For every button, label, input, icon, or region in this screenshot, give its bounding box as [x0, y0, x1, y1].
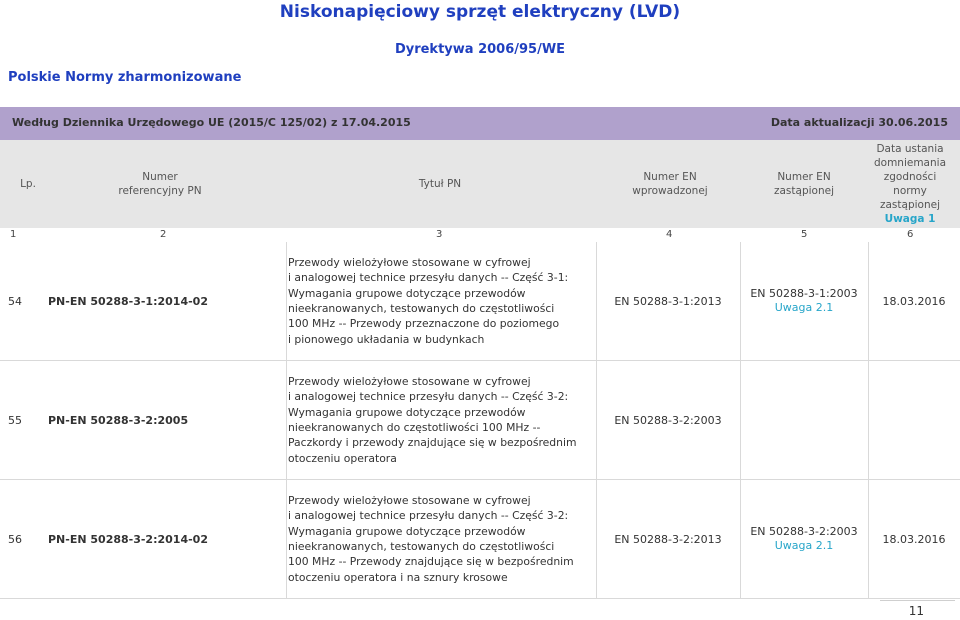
- row-en-new: EN 50288-3-1:2013: [614, 294, 722, 308]
- note-reference: Uwaga 1: [884, 213, 936, 225]
- table-row: 56 PN-EN 50288-3-2:2014-02 Przewody wiel…: [0, 480, 960, 599]
- info-bar: Według Dziennika Urzędowego UE (2015/C 1…: [0, 107, 960, 140]
- section-subtitle: Polskie Normy zharmonizowane: [8, 70, 242, 85]
- row-ref-number: PN-EN 50288-3-1:2014-02: [48, 294, 208, 308]
- row-en-old: EN 50288-3-1:2003 Uwaga 2.1: [750, 287, 858, 314]
- column-number: 3: [436, 229, 443, 240]
- column-number: 5: [801, 229, 808, 240]
- row-ref-number: PN-EN 50288-3-2:2014-02: [48, 532, 208, 546]
- row-title: Przewody wielożyłowe stosowane w cyfrowe…: [288, 493, 574, 584]
- journal-reference: Według Dziennika Urzędowego UE (2015/C 1…: [12, 116, 411, 129]
- page-number: 11: [908, 604, 924, 618]
- column-number: 6: [907, 229, 914, 240]
- header-en-new: Numer EN wprowadzonej: [632, 171, 708, 197]
- header-title: Tytuł PN: [418, 178, 462, 190]
- header-ref: Numer referencyjny PN: [118, 171, 202, 197]
- update-date: Data aktualizacji 30.06.2015: [770, 116, 948, 129]
- row-lp: 55: [8, 413, 22, 427]
- row-lp: 56: [8, 532, 22, 546]
- table-row: 54 PN-EN 50288-3-1:2014-02 Przewody wiel…: [0, 242, 960, 361]
- column-number: 4: [666, 229, 673, 240]
- document-title: Niskonapięciowy sprzęt elektryczny (LVD): [279, 2, 681, 22]
- row-en-new: EN 50288-3-2:2013: [614, 532, 722, 546]
- row-en-old: EN 50288-3-2:2003 Uwaga 2.1: [750, 525, 858, 552]
- row-en-old: [740, 361, 868, 479]
- table-row: 55 PN-EN 50288-3-2:2005 Przewody wieloży…: [0, 361, 960, 480]
- row-date: 18.03.2016: [882, 532, 946, 546]
- note-reference: Uwaga 2.1: [774, 539, 834, 552]
- row-title: Przewody wielożyłowe stosowane w cyfrowe…: [288, 374, 577, 465]
- column-number: 2: [160, 229, 167, 240]
- page-divider: [880, 600, 955, 601]
- table-header: Lp. Numer referencyjny PN Tytuł PN Numer …: [0, 140, 960, 228]
- row-date: 18.03.2016: [882, 294, 946, 308]
- header-lp: Lp.: [20, 178, 36, 190]
- row-en-new: EN 50288-3-2:2003: [614, 413, 722, 427]
- row-ref-number: PN-EN 50288-3-2:2005: [48, 413, 189, 427]
- column-numbers: 1 2 3 4 5 6: [0, 228, 960, 242]
- row-lp: 54: [8, 294, 22, 308]
- row-title: Przewody wielożyłowe stosowane w cyfrowe…: [288, 255, 569, 346]
- row-date: [868, 361, 960, 479]
- header-date: Data ustania domniemania zgodności normy…: [873, 143, 947, 225]
- note-reference: Uwaga 2.1: [774, 301, 834, 314]
- header-en-old: Numer EN zastąpionej: [773, 171, 834, 197]
- column-number: 1: [10, 229, 17, 240]
- directive-heading: Dyrektywa 2006/95/WE: [394, 42, 566, 57]
